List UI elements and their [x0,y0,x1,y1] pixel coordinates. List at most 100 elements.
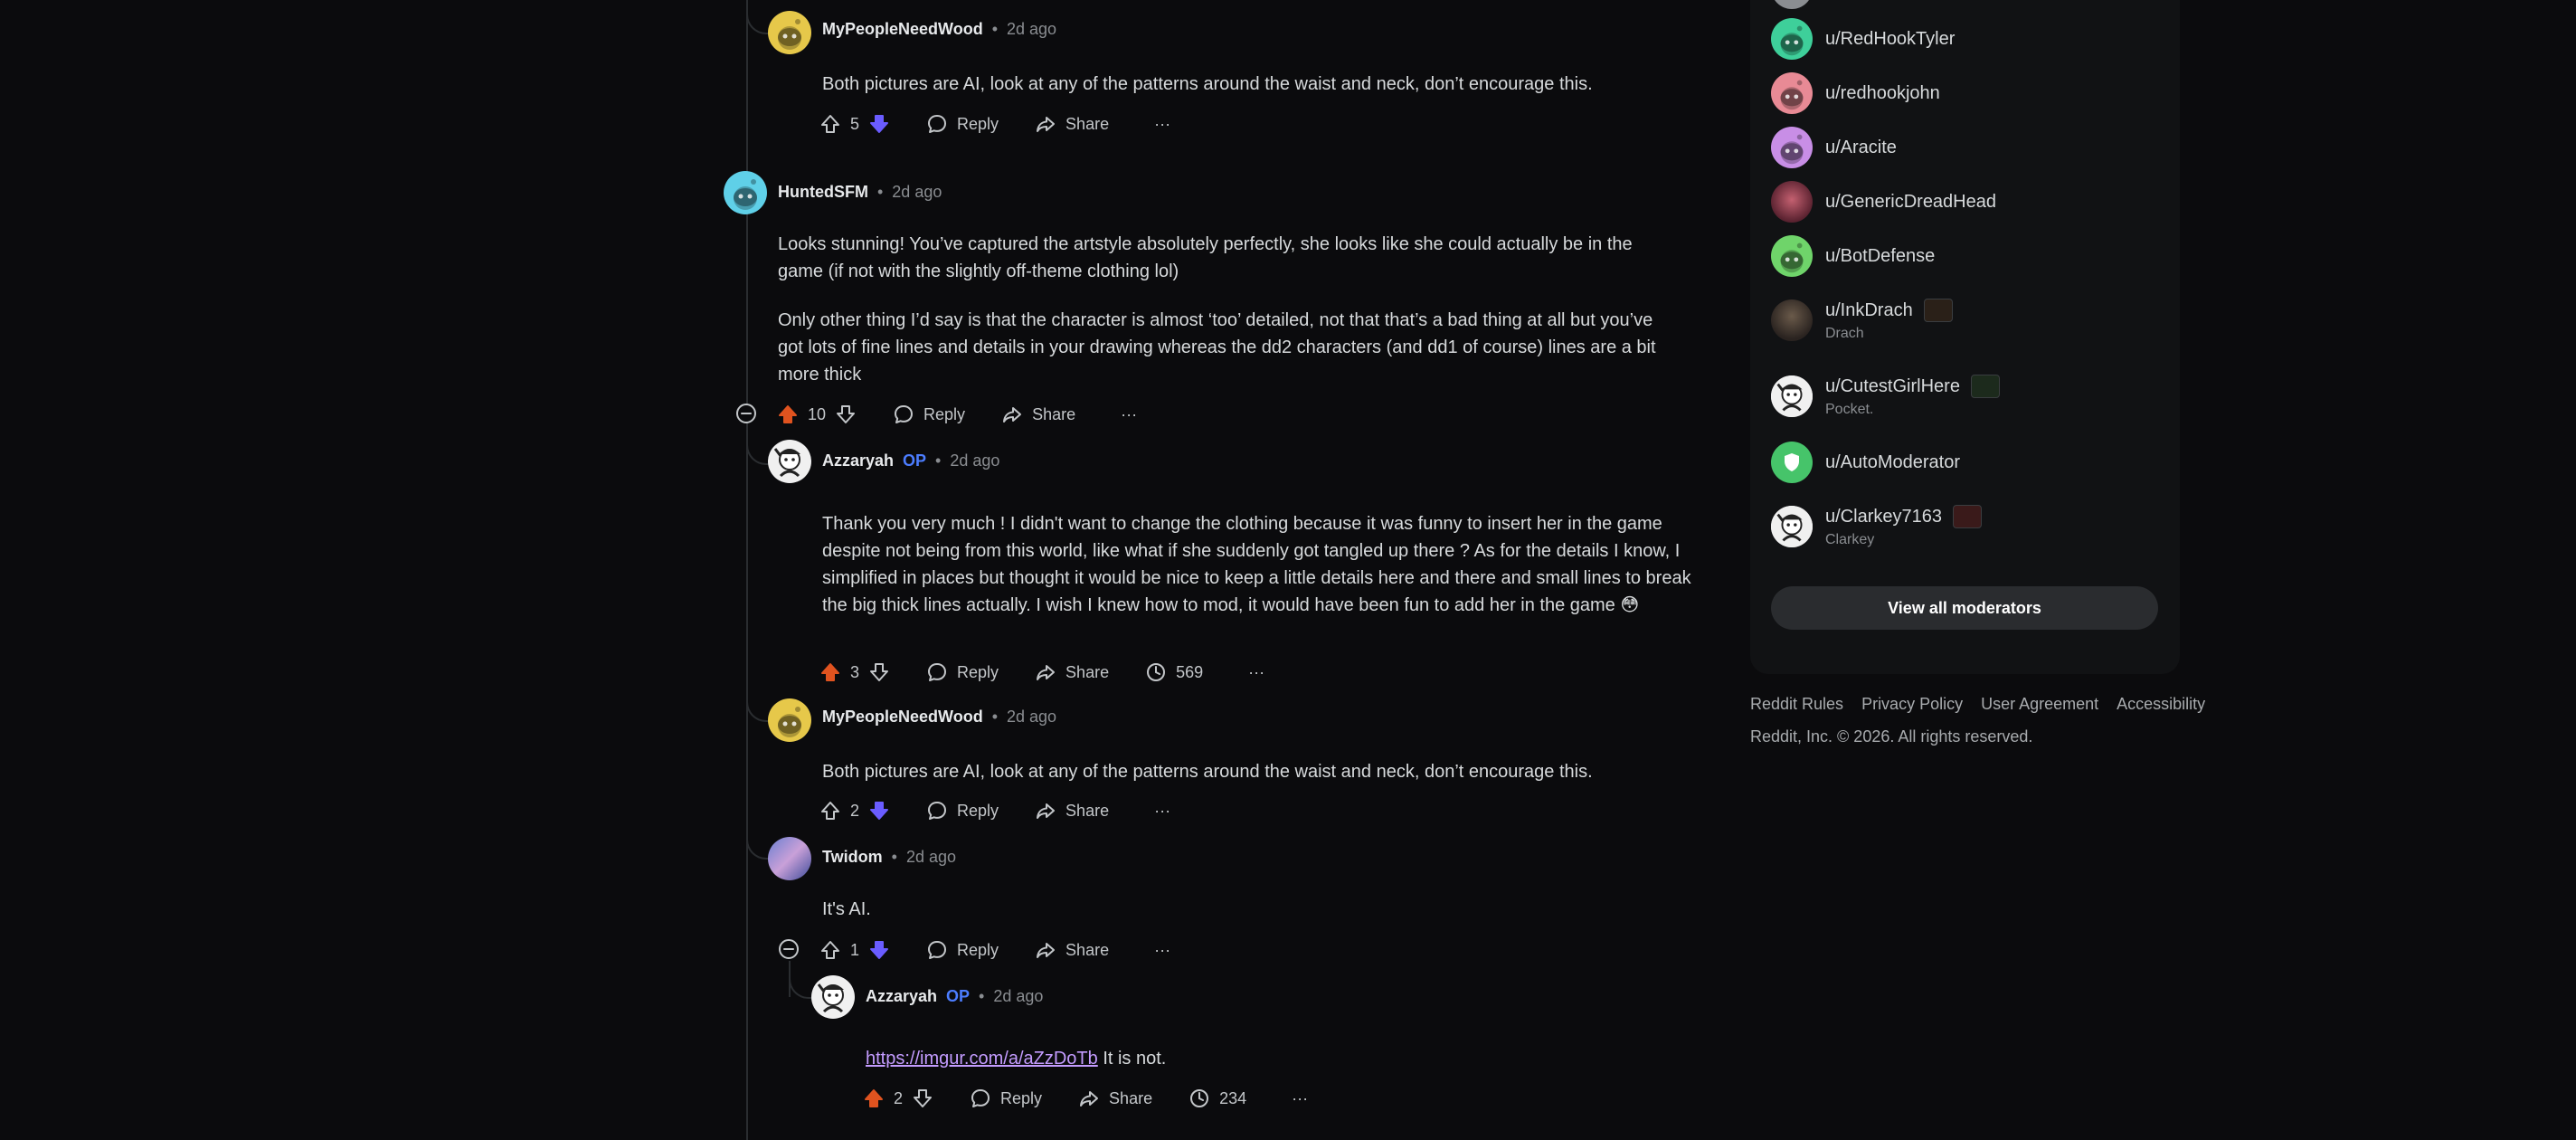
imgur-link[interactable]: https://imgur.com/a/aZzDoTb [866,1049,1098,1069]
moderator-item[interactable]: u/BotDefense [1771,235,1935,277]
reply-button[interactable]: Reply [893,404,965,425]
comment-actions: 2 Reply Share 234 ··· [863,1082,1308,1115]
share-button[interactable]: Share [1035,661,1109,683]
avatar[interactable] [768,698,811,742]
upvote-icon[interactable] [777,404,799,425]
share-icon [1078,1088,1100,1109]
downvote-icon[interactable] [868,113,890,135]
downvote-icon[interactable] [912,1088,933,1109]
avatar[interactable] [811,975,855,1019]
footer-link-user-agreement[interactable]: User Agreement [1981,695,2098,714]
share-button[interactable]: Share [1078,1088,1152,1109]
comment-author[interactable]: MyPeopleNeedWood [822,20,983,39]
comment-author[interactable]: HuntedSFM [778,183,868,202]
avatar[interactable] [768,11,811,54]
comment-timestamp[interactable]: 2d ago [1007,20,1056,39]
views-indicator: 569 [1145,661,1203,683]
downvote-icon[interactable] [868,939,890,961]
more-icon: ··· [1121,404,1138,423]
comment-author[interactable]: Twidom [822,848,883,867]
moderator-item[interactable]: u/GenericDreadHead [1771,181,1996,223]
more-options-button[interactable]: ··· [1154,802,1170,821]
downvote-icon[interactable] [868,800,890,822]
comment-timestamp[interactable]: 2d ago [892,183,942,202]
comment-timestamp[interactable]: 2d ago [906,848,956,867]
op-badge: OP [903,451,927,470]
moderator-item[interactable]: u/AutoModerator [1771,442,1960,483]
more-options-button[interactable]: ··· [1292,1089,1308,1108]
moderator-name: u/GenericDreadHead [1825,191,1996,212]
avatar [1771,375,1813,417]
upvote-icon[interactable] [863,1088,885,1109]
share-label: Share [1065,940,1110,959]
reply-button[interactable]: Reply [926,939,999,961]
moderator-item[interactable]: u/CutestGirlHere Pocket. [1771,375,2000,418]
share-icon [1035,661,1056,683]
comment-paragraph: Looks stunning! You’ve captured the arts… [778,234,1633,281]
reply-button[interactable]: Reply [970,1088,1042,1109]
more-options-button[interactable]: ··· [1154,941,1170,960]
comment-timestamp[interactable]: 2d ago [950,451,999,470]
more-icon: ··· [1292,1088,1309,1107]
vote-group: 10 [777,404,857,425]
reply-button[interactable]: Reply [926,113,999,135]
collapse-thread-icon[interactable] [778,938,800,960]
thread-elbow [746,0,770,34]
share-button[interactable]: Share [1035,800,1109,822]
collapse-thread-icon[interactable] [735,403,757,424]
comment-actions: 1 Reply Share ··· [819,934,1170,966]
share-label: Share [1065,801,1110,820]
upvote-icon[interactable] [819,113,841,135]
share-label: Share [1065,114,1110,133]
moderator-item[interactable]: u/InkDrach Drach [1771,299,1953,342]
comment-timestamp[interactable]: 2d ago [993,987,1043,1006]
avatar [1771,72,1813,114]
comment-body: Looks stunning! You’ve captured the arts… [778,231,1682,410]
moderator-name: u/BotDefense [1825,245,1936,266]
upvote-icon[interactable] [819,939,841,961]
upvote-icon[interactable] [819,800,841,822]
comment-author[interactable]: Azzaryah [866,987,937,1006]
reply-label: Reply [957,801,999,820]
vote-count: 5 [850,114,860,133]
separator-dot: • [991,708,999,726]
avatar[interactable] [768,440,811,483]
moderator-item[interactable]: u/Clarkey7163 Clarkey [1771,505,1982,548]
moderator-item[interactable]: u/Aracite [1771,127,1897,168]
moderator-item[interactable]: u/redhookjohn [1771,72,1940,114]
share-button[interactable]: Share [1001,404,1075,425]
comment-author[interactable]: Azzaryah [822,451,894,470]
more-icon: ··· [1154,940,1171,959]
comment-author[interactable]: MyPeopleNeedWood [822,708,983,727]
vote-group: 3 [819,661,890,683]
footer-link-privacy-policy[interactable]: Privacy Policy [1861,695,1963,714]
share-button[interactable]: Share [1035,939,1109,961]
more-options-button[interactable]: ··· [1121,405,1137,424]
avatar[interactable] [724,171,767,214]
reply-button[interactable]: Reply [926,800,999,822]
share-button[interactable]: Share [1035,113,1109,135]
upvote-icon[interactable] [819,661,841,683]
comment-timestamp[interactable]: 2d ago [1007,708,1056,727]
moderator-name: u/AutoModerator [1825,451,1960,472]
reply-button[interactable]: Reply [926,661,999,683]
moderator-name: u/CutestGirlHere [1825,375,1960,396]
footer-link-reddit-rules[interactable]: Reddit Rules [1750,695,1843,714]
reply-icon [970,1088,991,1109]
thread-elbow [789,961,812,999]
avatar[interactable] [768,837,811,880]
separator-dot: • [979,987,985,1005]
separator-dot: • [876,183,884,201]
moderator-item[interactable]: u/RedHookTyler [1771,18,1955,60]
downvote-icon[interactable] [835,404,857,425]
reply-icon [926,113,948,135]
views-indicator: 234 [1189,1088,1246,1109]
more-options-button[interactable]: ··· [1154,115,1170,134]
view-all-moderators-button[interactable]: View all moderators [1771,586,2158,630]
downvote-icon[interactable] [868,661,890,683]
footer-link-accessibility[interactable]: Accessibility [2117,695,2205,714]
user-flair-badge-icon [1970,375,2000,398]
vote-count: 2 [850,801,860,820]
vote-group: 5 [819,113,890,135]
more-options-button[interactable]: ··· [1248,663,1264,682]
